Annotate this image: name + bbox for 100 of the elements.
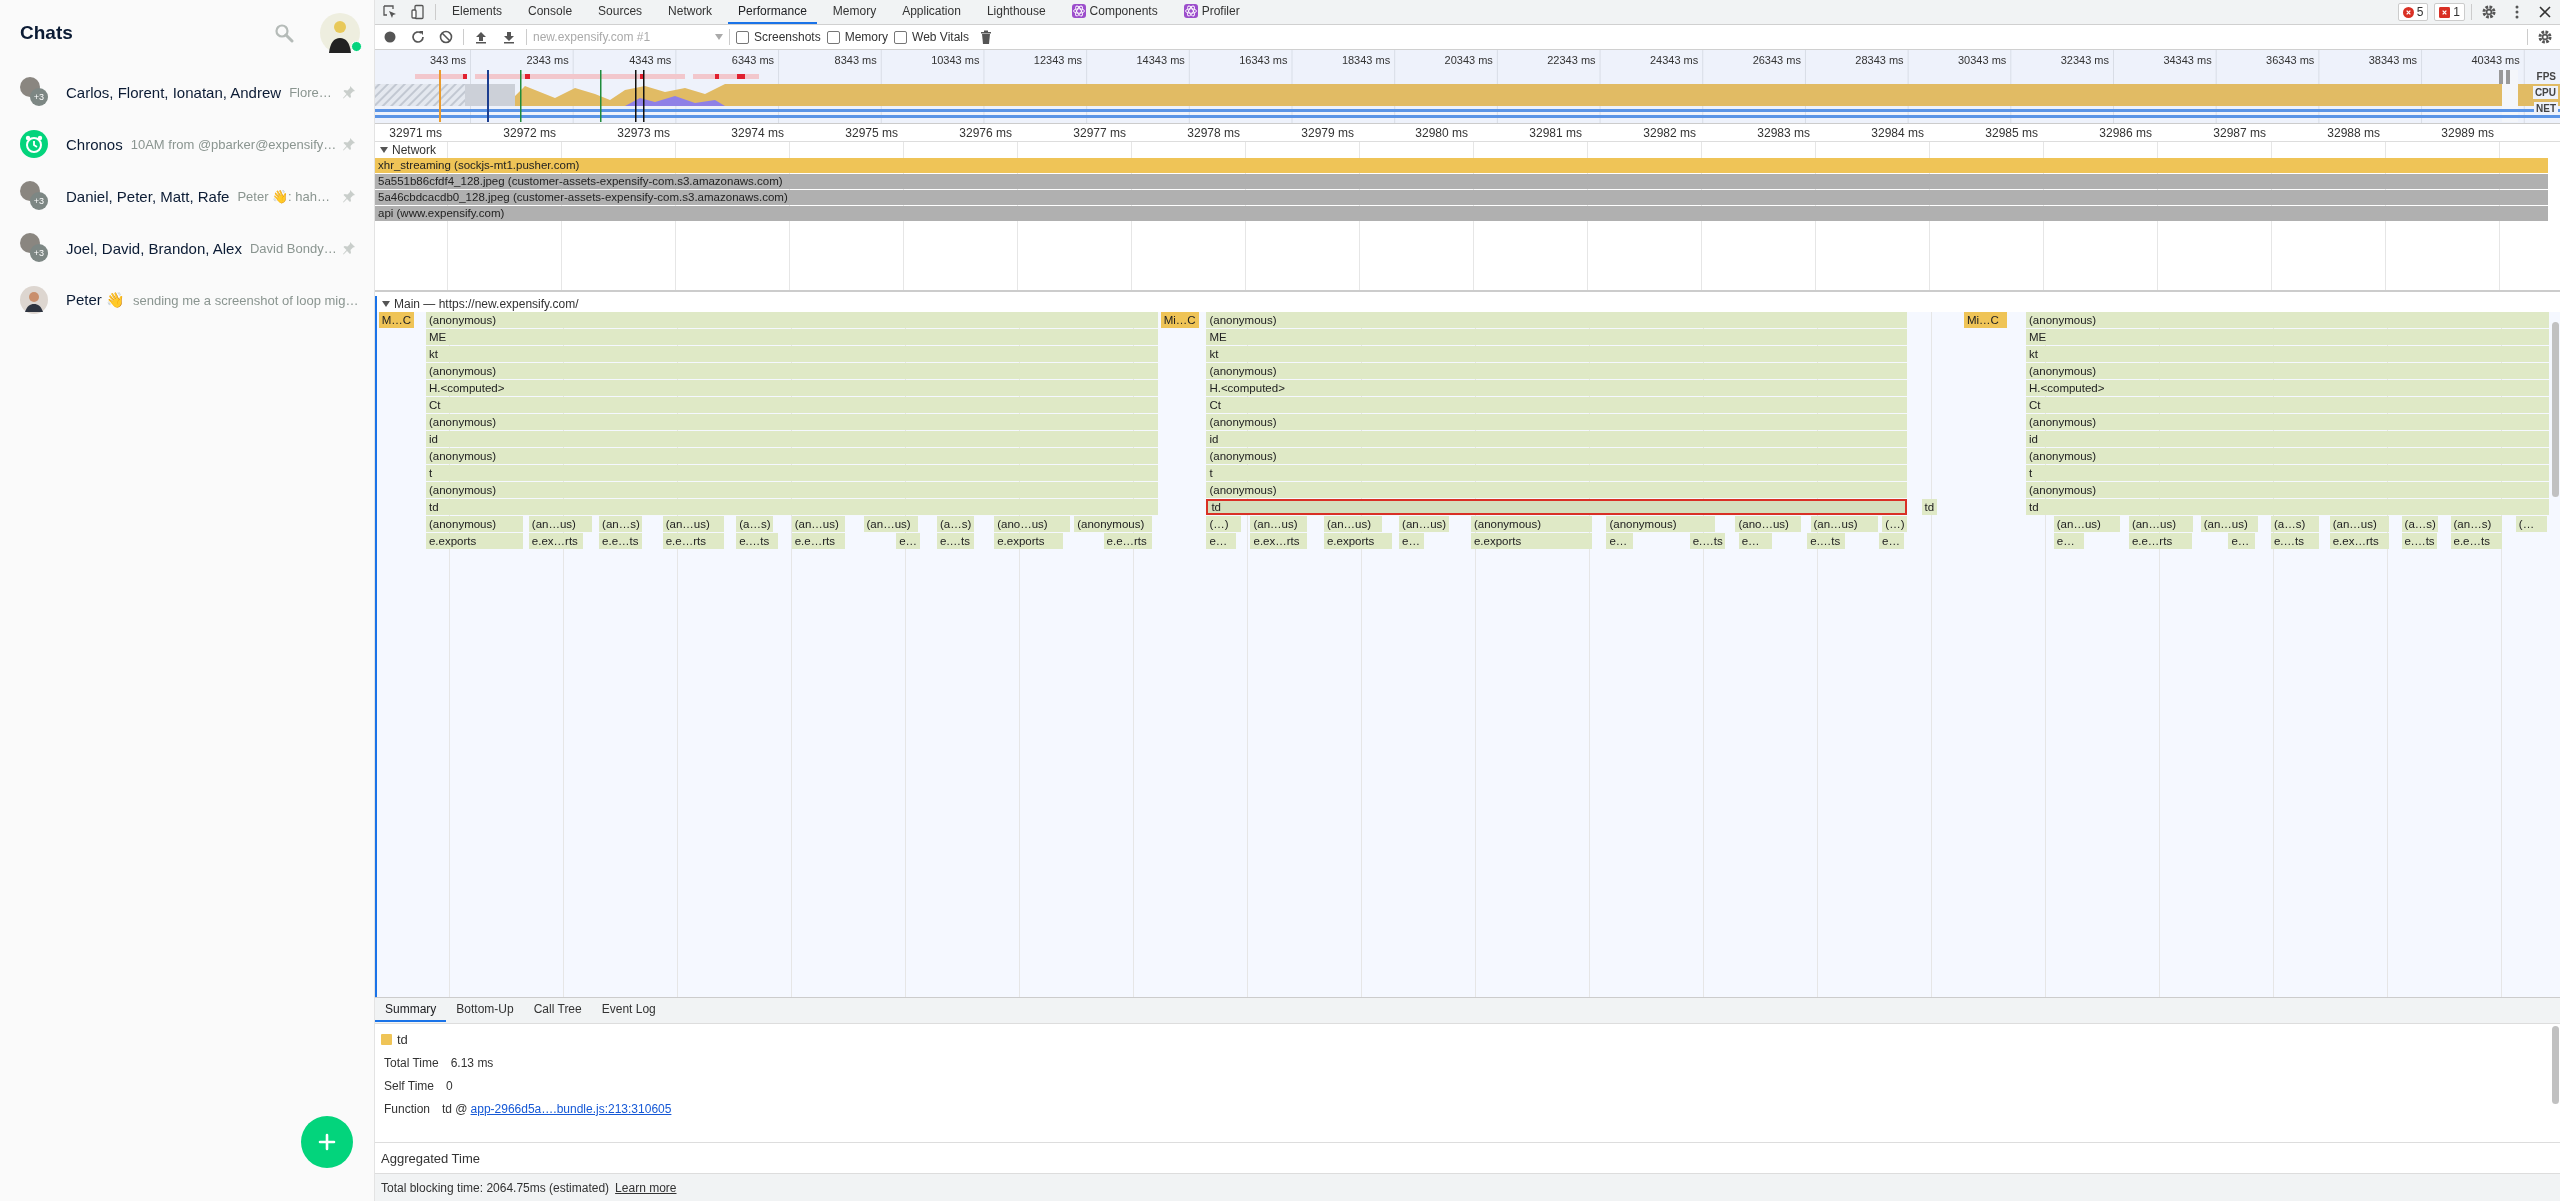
function-block[interactable]: (anonymous) xyxy=(425,312,1159,328)
function-block[interactable]: e… xyxy=(2053,533,2084,549)
function-block[interactable]: e… xyxy=(1606,533,1634,549)
function-block[interactable]: (anonymous) xyxy=(1206,312,1908,328)
function-block[interactable]: (anonymous) xyxy=(425,516,523,532)
upload-icon[interactable] xyxy=(473,29,489,45)
function-block[interactable]: kt xyxy=(425,346,1159,362)
function-block[interactable]: (a…s) xyxy=(937,516,974,532)
function-block[interactable]: e.…ts xyxy=(2401,533,2437,549)
function-block[interactable]: e.e…ts xyxy=(599,533,643,549)
reload-icon[interactable] xyxy=(410,29,426,45)
settings-icon[interactable] xyxy=(2537,29,2553,45)
collapse-triangle-icon[interactable] xyxy=(382,301,390,307)
details-tab[interactable]: Call Tree xyxy=(523,998,592,1022)
function-block[interactable]: (an…us) xyxy=(662,516,724,532)
function-block[interactable]: t xyxy=(425,465,1159,481)
function-block[interactable]: (an…us) xyxy=(528,516,592,532)
clear-icon[interactable] xyxy=(438,29,454,45)
function-block[interactable]: td xyxy=(2026,499,2550,515)
function-block[interactable]: (…) xyxy=(1882,516,1907,532)
function-block[interactable]: (a…s) xyxy=(2401,516,2438,532)
panel-tab[interactable]: Elements xyxy=(442,0,513,24)
function-block[interactable]: (an…s) xyxy=(599,516,643,532)
function-block[interactable]: kt xyxy=(2026,346,2550,362)
function-block[interactable]: H.<computed> xyxy=(425,380,1159,396)
function-block[interactable]: e… xyxy=(1738,533,1772,549)
function-block[interactable]: t xyxy=(1206,465,1908,481)
function-block[interactable]: ME xyxy=(2026,329,2550,345)
checkbox[interactable] xyxy=(736,30,749,44)
function-block[interactable]: (an…us) xyxy=(2128,516,2194,532)
function-block[interactable]: (anonymous) xyxy=(2026,312,2550,328)
function-block[interactable]: e… xyxy=(2228,533,2256,549)
function-block[interactable]: (anonymous) xyxy=(1206,363,1908,379)
function-block[interactable]: (anonymous) xyxy=(2026,482,2550,498)
download-icon[interactable] xyxy=(501,29,517,45)
error-count-badge[interactable]: 5 xyxy=(2397,3,2429,21)
function-block[interactable]: (a…s) xyxy=(2270,516,2319,532)
panel-tab[interactable]: Components xyxy=(1061,0,1168,24)
checkbox[interactable] xyxy=(826,30,840,44)
function-block[interactable]: e… xyxy=(1399,533,1425,549)
function-block[interactable]: H.<computed> xyxy=(2026,380,2550,396)
network-request-bar[interactable]: 5a551b86cfdf4_128.jpeg (customer-assets-expensify-com.s3.amazonaws.com) xyxy=(375,174,2548,189)
function-block[interactable]: (an…us) xyxy=(2329,516,2390,532)
function-block[interactable]: (anonymous) xyxy=(1206,482,1908,498)
function-block[interactable]: (anonymous) xyxy=(425,482,1159,498)
details-tab[interactable]: Bottom-Up xyxy=(446,998,524,1022)
function-block[interactable]: (anonymous) xyxy=(2026,414,2550,430)
function-block[interactable]: (an…us) xyxy=(1323,516,1382,532)
function-block[interactable]: e.e…ts xyxy=(2450,533,2502,549)
function-block[interactable]: e… xyxy=(1206,533,1237,549)
function-block[interactable]: (a…s) xyxy=(736,516,773,532)
function-block[interactable]: e.e…rts xyxy=(791,533,845,549)
function-block[interactable]: e.ex…rts xyxy=(2329,533,2390,549)
function-block[interactable]: (anonymous) xyxy=(2026,363,2550,379)
panel-tab[interactable]: Memory xyxy=(822,0,887,24)
checkbox[interactable] xyxy=(894,30,908,44)
close-icon[interactable] xyxy=(2537,4,2553,20)
function-block[interactable]: (an…us) xyxy=(1250,516,1307,532)
user-avatar[interactable] xyxy=(320,13,360,53)
panel-tab[interactable]: Lighthouse xyxy=(976,0,1056,24)
function-block[interactable]: e.…ts xyxy=(1689,533,1725,549)
source-link[interactable]: app-2966d5a….bundle.js:213:310605 xyxy=(470,1102,672,1116)
function-block[interactable]: (an…s) xyxy=(2450,516,2502,532)
network-request-bar[interactable]: api (www.expensify.com) xyxy=(375,206,2548,221)
function-block[interactable]: e.exports xyxy=(425,533,523,549)
function-block[interactable]: e.ex…rts xyxy=(1250,533,1307,549)
panel-tab[interactable]: Sources xyxy=(588,0,653,24)
function-block[interactable]: (anonymous) xyxy=(425,448,1159,464)
record-icon[interactable] xyxy=(382,29,398,45)
function-block[interactable]: td xyxy=(1921,499,1937,515)
function-block[interactable]: (an…us) xyxy=(863,516,919,532)
function-block[interactable]: ME xyxy=(425,329,1159,345)
function-block[interactable]: ME xyxy=(1206,329,1908,345)
function-block[interactable]: e.…ts xyxy=(937,533,974,549)
details-tab[interactable]: Event Log xyxy=(591,998,666,1022)
chat-item[interactable]: +3 Daniel, Peter, Matt, Rafe Peter 👋: hah… xyxy=(0,170,374,222)
panel-tab[interactable]: Console xyxy=(518,0,583,24)
function-block[interactable]: (an…us) xyxy=(1810,516,1879,532)
function-block[interactable]: e.e…rts xyxy=(662,533,724,549)
network-request-bar[interactable]: xhr_streaming (sockjs-mt1.pusher.com) xyxy=(375,158,2548,173)
function-block[interactable]: (an…us) xyxy=(2200,516,2259,532)
function-block[interactable]: id xyxy=(425,431,1159,447)
function-block[interactable]: e.e…rts xyxy=(2128,533,2192,549)
function-block[interactable]: e… xyxy=(896,533,920,549)
function-block[interactable]: (anonymous) xyxy=(1470,516,1593,532)
function-block[interactable]: (anonymous) xyxy=(1074,516,1152,532)
function-block[interactable]: e… xyxy=(1879,533,1905,549)
function-block[interactable]: (anonymous) xyxy=(2026,448,2550,464)
inspect-element-icon[interactable] xyxy=(382,4,398,20)
function-block[interactable]: (an…us) xyxy=(791,516,845,532)
chat-item[interactable]: Peter 👋 sending me a screenshot of loop mig… xyxy=(0,274,374,326)
function-block[interactable]: td xyxy=(425,499,1159,515)
function-block[interactable]: e.…ts xyxy=(2270,533,2319,549)
function-block[interactable]: e.…ts xyxy=(1807,533,1846,549)
scrollbar-thumb[interactable] xyxy=(2552,322,2559,497)
panel-tab[interactable]: Network xyxy=(658,0,723,24)
function-block[interactable]: (anonymous) xyxy=(425,363,1159,379)
function-block[interactable]: t xyxy=(2026,465,2550,481)
function-block[interactable]: e.exports xyxy=(994,533,1064,549)
function-block[interactable]: e.exports xyxy=(1323,533,1392,549)
